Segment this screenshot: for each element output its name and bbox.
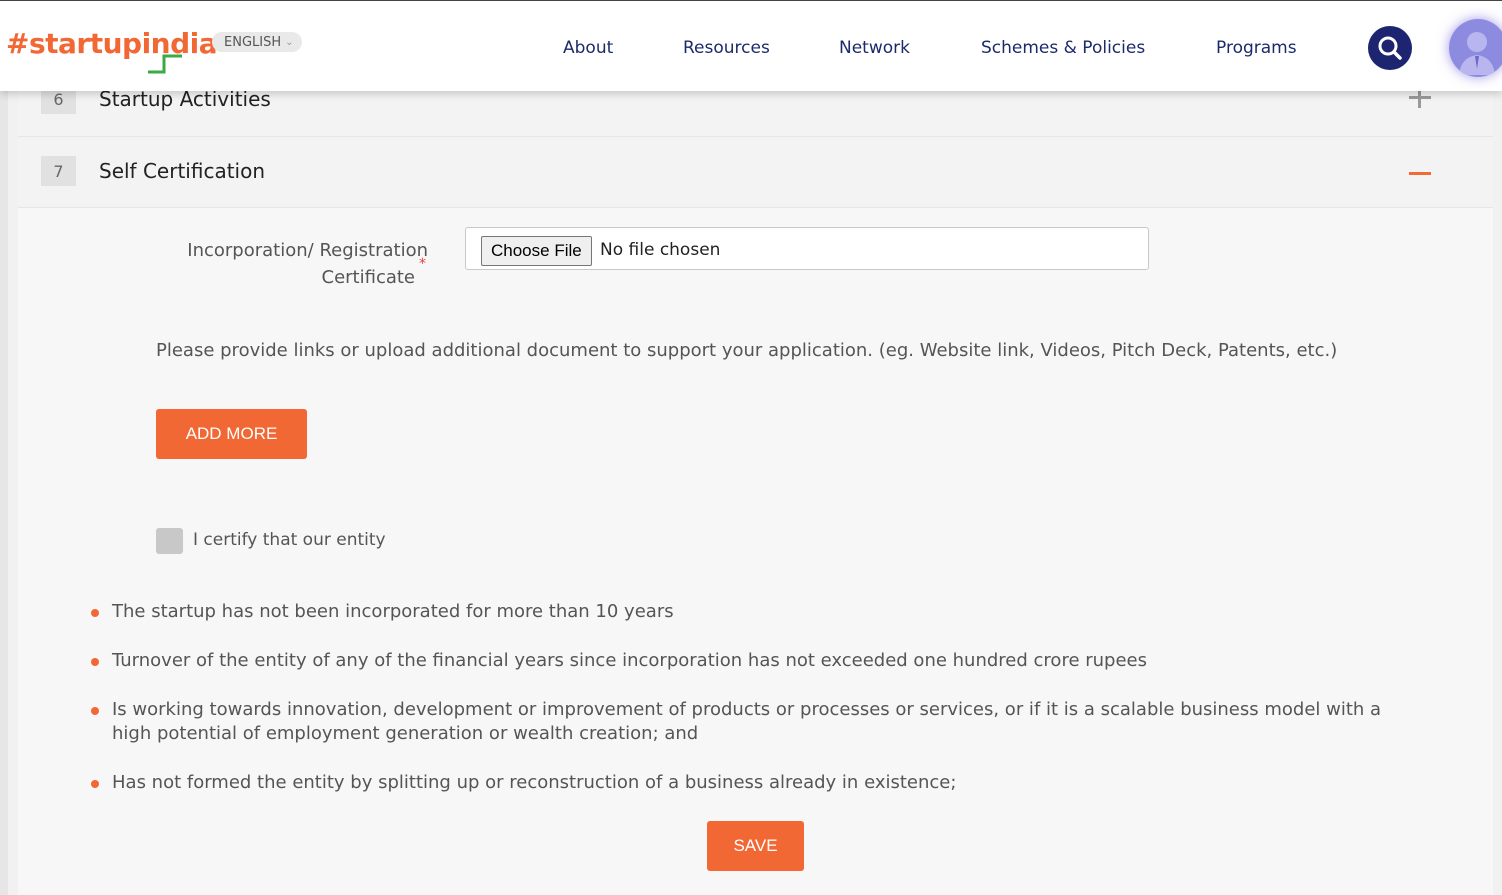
certificate-file-input[interactable]: Choose File No file chosen <box>465 227 1149 270</box>
nav-resources[interactable]: Resources <box>683 38 770 58</box>
user-avatar[interactable] <box>1449 19 1502 77</box>
section-title: Self Certification <box>99 159 266 183</box>
file-status-text: No file chosen <box>600 240 721 260</box>
bullet-dot-icon <box>91 707 99 715</box>
required-asterisk: * <box>419 256 426 272</box>
bullet-dot-icon <box>91 780 99 788</box>
logo-step-icon <box>148 54 182 74</box>
add-more-button[interactable]: ADD MORE <box>156 409 307 459</box>
list-item-text: Turnover of the entity of any of the fin… <box>112 650 1147 671</box>
nav-schemes-policies[interactable]: Schemes & Policies <box>981 38 1145 58</box>
choose-file-button[interactable]: Choose File <box>481 236 592 266</box>
minus-icon-bar <box>1409 172 1431 175</box>
certificate-label-line2: Certificate <box>321 267 416 288</box>
page-left-strip <box>0 0 8 895</box>
nav-network[interactable]: Network <box>839 38 910 58</box>
startupindia-logo[interactable]: #startupindia <box>6 27 218 60</box>
list-item-text: Is working towards innovation, developme… <box>112 699 1382 744</box>
certify-label: I certify that our entity <box>193 530 386 550</box>
bullet-dot-icon <box>91 658 99 666</box>
certificate-label-line1: Incorporation/ Registration <box>187 240 428 261</box>
certify-checkbox[interactable] <box>156 528 183 554</box>
save-button[interactable]: SAVE <box>707 821 804 871</box>
user-avatar-icon <box>1450 20 1502 76</box>
list-item-text: Has not formed the entity by splitting u… <box>112 772 957 793</box>
language-selector[interactable]: ENGLISH ⌄ <box>212 32 302 52</box>
language-label: ENGLISH <box>224 34 282 50</box>
chevron-down-icon: ⌄ <box>285 36 294 48</box>
bullet-dot-icon <box>91 609 99 617</box>
nav-programs[interactable]: Programs <box>1216 38 1297 58</box>
accordion-section-self-certification[interactable]: 7 Self Certification <box>18 137 1493 208</box>
certificate-field-label: Incorporation/ Registration Certificate <box>150 237 428 291</box>
site-header: #startupindia ENGLISH ⌄ About Resources … <box>0 0 1502 91</box>
minus-icon[interactable] <box>1408 161 1432 185</box>
nav-about[interactable]: About <box>563 38 613 58</box>
list-item-text: The startup has not been incorporated fo… <box>112 601 674 622</box>
section-number: 7 <box>41 156 76 186</box>
search-button[interactable] <box>1368 26 1412 70</box>
additional-documents-help-text: Please provide links or upload additiona… <box>156 340 1338 361</box>
search-icon <box>1378 36 1402 60</box>
